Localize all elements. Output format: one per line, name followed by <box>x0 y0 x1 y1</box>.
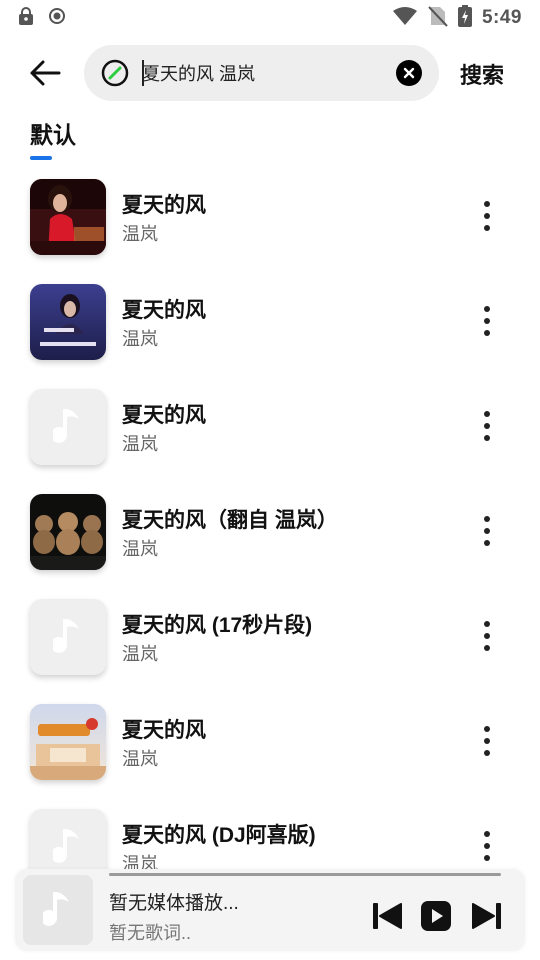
more-options-button[interactable] <box>474 618 500 654</box>
album-cover <box>30 704 106 780</box>
song-row[interactable]: 夏天的风 温岚 <box>0 693 540 798</box>
song-list: 夏天的风 温岚 夏天的风 温岚 夏天的风 温岚 夏天的风（翻自 温岚） 温岚 夏… <box>0 168 540 903</box>
song-title: 夏天的风 (DJ阿喜版) <box>122 824 316 847</box>
tab-default[interactable]: 默认 <box>30 116 76 150</box>
album-cover <box>30 179 106 255</box>
next-icon <box>472 903 501 929</box>
status-time: 5:49 <box>481 7 522 28</box>
text-caret <box>142 60 144 86</box>
song-title: 夏天的风 <box>122 299 206 322</box>
song-row[interactable]: 夏天的风 温岚 <box>0 273 540 378</box>
song-row[interactable]: 夏天的风 温岚 <box>0 168 540 273</box>
music-note-icon <box>53 619 79 653</box>
song-title: 夏天的风 <box>122 719 206 742</box>
link-icon <box>101 59 129 87</box>
mini-player-lyrics: 暂无歌词.. <box>109 923 192 943</box>
play-button[interactable] <box>420 900 452 932</box>
mini-player-progress[interactable] <box>109 873 501 876</box>
song-row[interactable]: 夏天的风（翻自 温岚） 温岚 <box>0 483 540 588</box>
music-note-icon <box>53 409 79 443</box>
lock-icon <box>18 6 34 30</box>
album-cover <box>30 284 106 360</box>
more-options-button[interactable] <box>474 198 500 234</box>
previous-icon <box>373 903 402 929</box>
next-button[interactable] <box>470 900 502 932</box>
more-options-button[interactable] <box>474 723 500 759</box>
more-options-button[interactable] <box>474 828 500 864</box>
arrow-left-icon <box>30 60 61 86</box>
back-button[interactable] <box>26 54 64 92</box>
album-cover-placeholder <box>30 389 106 465</box>
search-box[interactable] <box>84 45 439 101</box>
music-note-icon <box>53 829 79 863</box>
more-options-button[interactable] <box>474 408 500 444</box>
no-sim-icon <box>428 5 448 32</box>
search-header: 搜索 <box>0 44 540 102</box>
mini-player-cover <box>23 875 93 945</box>
song-artist: 温岚 <box>122 749 158 769</box>
wifi-icon <box>392 6 418 31</box>
song-title: 夏天的风 (17秒片段) <box>122 614 313 637</box>
song-title: 夏天的风 <box>122 404 206 427</box>
song-title: 夏天的风（翻自 温岚） <box>122 509 338 532</box>
album-cover <box>30 494 106 570</box>
mini-player-title: 暂无媒体播放... <box>109 893 239 914</box>
previous-button[interactable] <box>372 900 404 932</box>
song-artist: 温岚 <box>122 224 158 244</box>
play-icon <box>421 901 451 931</box>
search-input[interactable] <box>142 59 382 87</box>
more-options-button[interactable] <box>474 303 500 339</box>
song-artist: 温岚 <box>122 329 158 349</box>
record-icon <box>48 7 66 30</box>
song-artist: 温岚 <box>122 434 158 454</box>
close-icon <box>403 67 415 79</box>
clear-search-button[interactable] <box>396 60 422 86</box>
song-row[interactable]: 夏天的风 温岚 <box>0 378 540 483</box>
battery-charging-icon <box>457 4 472 32</box>
search-button[interactable]: 搜索 <box>460 58 504 90</box>
mini-player[interactable]: 暂无媒体播放... 暂无歌词.. <box>15 869 525 951</box>
music-note-icon <box>43 892 69 926</box>
song-artist: 温岚 <box>122 539 158 559</box>
song-row[interactable]: 夏天的风 (17秒片段) 温岚 <box>0 588 540 693</box>
song-title: 夏天的风 <box>122 194 206 217</box>
more-options-button[interactable] <box>474 513 500 549</box>
tab-indicator <box>30 156 52 160</box>
status-bar: 5:49 <box>0 0 540 36</box>
song-artist: 温岚 <box>122 644 158 664</box>
album-cover-placeholder <box>30 599 106 675</box>
